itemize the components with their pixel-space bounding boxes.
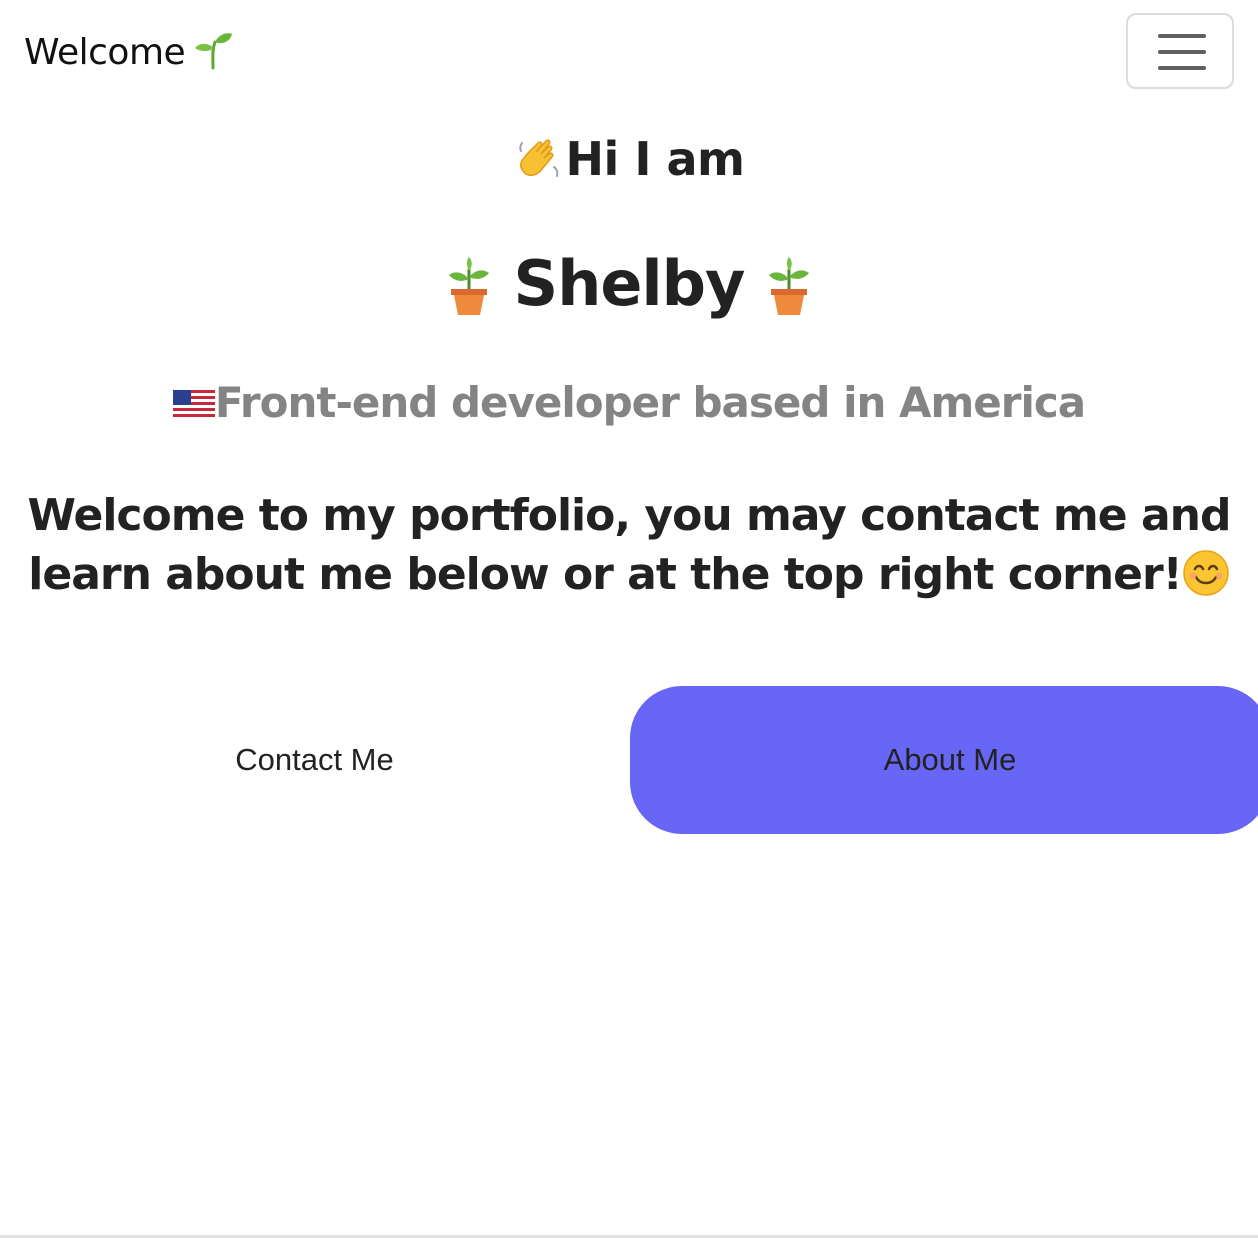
navbar: Welcome — [0, 0, 1258, 106]
potted-plant-icon — [758, 255, 820, 317]
waving-hand-icon — [514, 133, 566, 185]
navbar-toggler-button[interactable] — [1126, 13, 1234, 89]
contact-me-button[interactable]: Contact Me — [0, 686, 629, 834]
portfolio-page: Welcome Hi I am Shelby Front-end develop… — [0, 0, 1258, 1238]
smiling-face-icon — [1182, 549, 1230, 597]
greeting-heading: Hi I am — [0, 128, 1258, 190]
intro-text: Welcome to my portfolio, you may contact… — [27, 490, 1232, 600]
sprout-icon — [193, 30, 233, 70]
intro-paragraph: Welcome to my portfolio, you may contact… — [0, 486, 1258, 604]
name-heading: Shelby — [0, 244, 1258, 324]
role-subtitle: Front-end developer based in America — [0, 374, 1258, 432]
name-text: Shelby — [513, 247, 746, 320]
role-text: Front-end developer based in America — [214, 378, 1086, 427]
us-flag-icon — [172, 377, 215, 420]
brand-label: Welcome — [24, 32, 186, 73]
potted-plant-icon — [438, 255, 500, 317]
greeting-text: Hi I am — [565, 132, 745, 186]
about-me-button[interactable]: About Me — [630, 686, 1258, 834]
brand-link[interactable]: Welcome — [24, 30, 233, 76]
